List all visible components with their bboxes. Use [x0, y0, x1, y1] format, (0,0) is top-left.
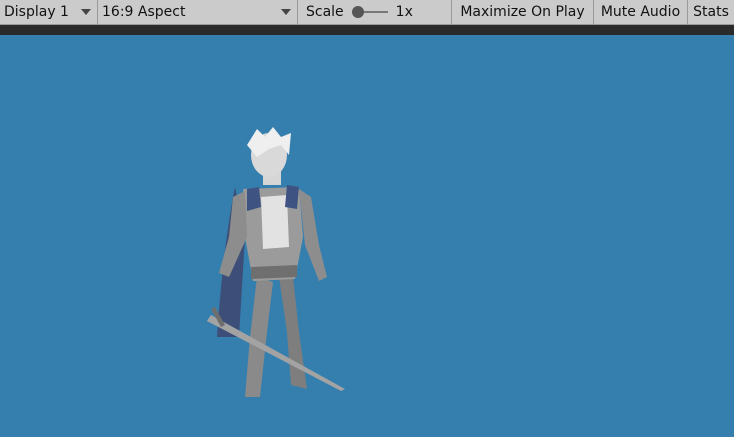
chevron-down-icon: [281, 9, 291, 15]
scale-label: Scale: [306, 4, 344, 20]
aspect-dropdown-label: 16:9 Aspect: [102, 4, 186, 20]
display-dropdown[interactable]: Display 1: [0, 0, 98, 24]
scale-slider-knob[interactable]: [351, 6, 364, 18]
maximize-on-play-toggle[interactable]: Maximize On Play: [452, 0, 594, 24]
game-viewport[interactable]: [0, 35, 734, 437]
scale-value: 1x: [395, 4, 413, 20]
character-model: [207, 127, 345, 397]
aspect-dropdown[interactable]: 16:9 Aspect: [98, 0, 298, 24]
scale-control: Scale 1x: [298, 0, 452, 24]
toolbar-separator: [0, 25, 734, 35]
display-dropdown-label: Display 1: [4, 4, 69, 20]
game-view-toolbar: Display 1 16:9 Aspect Scale 1x Maximize …: [0, 0, 734, 25]
stats-toggle[interactable]: Stats: [688, 0, 734, 24]
mute-audio-toggle[interactable]: Mute Audio: [594, 0, 688, 24]
scale-slider[interactable]: [351, 5, 388, 19]
chevron-down-icon: [81, 9, 91, 15]
